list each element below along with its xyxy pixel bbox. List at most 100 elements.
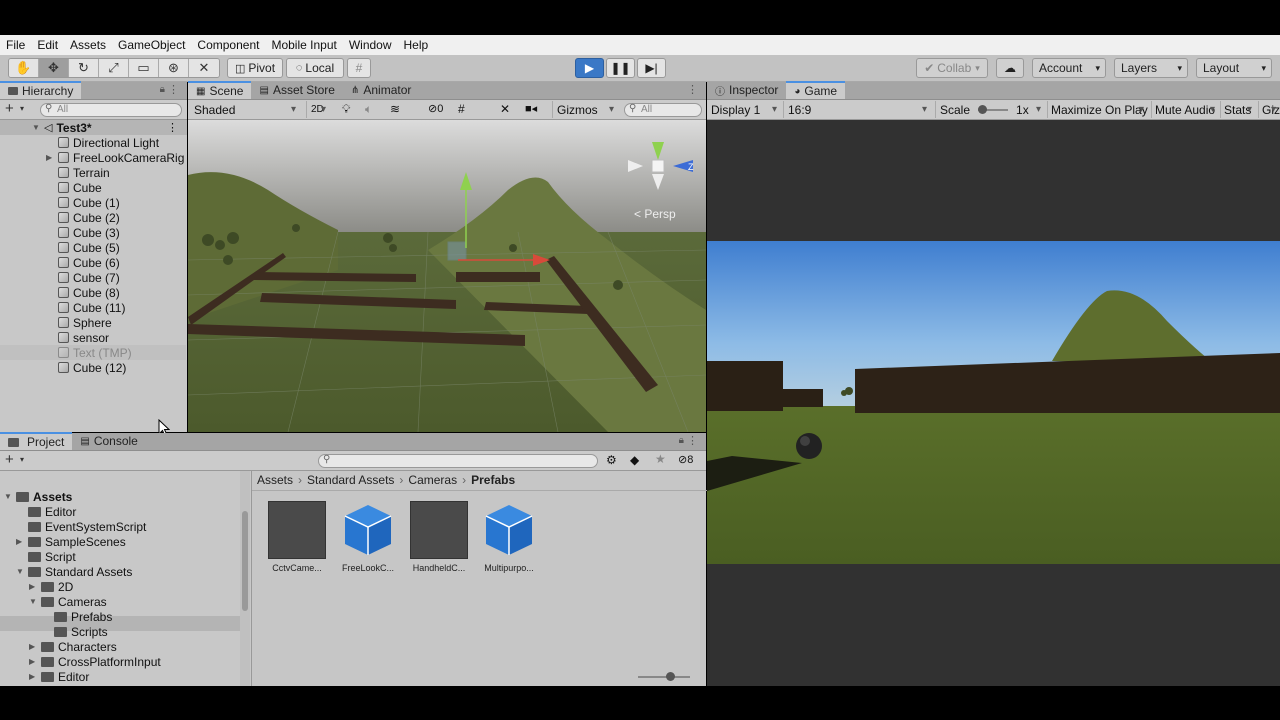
list-item[interactable]: Cube (2): [0, 210, 186, 225]
asset-tile[interactable]: FreeLookC...: [333, 501, 403, 573]
gizmos-dropdown[interactable]: Gizmos: [552, 101, 618, 118]
maximize-on-play-toggle[interactable]: Maximize On Play: [1047, 101, 1148, 118]
asset-tile[interactable]: CctvCame...: [262, 501, 332, 573]
search-by-type-icon[interactable]: ⚙: [606, 453, 617, 467]
tree-item[interactable]: EventSystemScript: [28, 519, 146, 534]
expand-arrow-icon[interactable]: ▶: [29, 672, 41, 681]
pause-button[interactable]: ❚❚: [606, 58, 635, 78]
scale-tool-icon[interactable]: ⤢: [99, 59, 129, 77]
list-item[interactable]: Cube (7): [0, 270, 186, 285]
expand-arrow-icon[interactable]: ▶: [29, 582, 41, 591]
game-viewport[interactable]: [707, 241, 1280, 564]
list-item[interactable]: Cube (12): [0, 360, 186, 375]
layout-dropdown[interactable]: Layout ▾: [1196, 58, 1272, 78]
layers-dropdown[interactable]: Layers ▾: [1114, 58, 1188, 78]
lighting-toggle-icon[interactable]: 💡︎: [342, 102, 350, 117]
expand-arrow-icon[interactable]: ▼: [4, 492, 16, 501]
menu-edit[interactable]: Edit: [37, 38, 58, 52]
tree-item[interactable]: ▶ Editor: [29, 669, 89, 684]
expand-arrow-icon[interactable]: ▶: [29, 657, 41, 666]
hand-tool-icon[interactable]: ✋: [9, 59, 39, 77]
pivot-button[interactable]: ◫ Pivot: [227, 58, 283, 78]
tree-item[interactable]: Editor: [28, 504, 76, 519]
collab-button[interactable]: ✔ Collab ▾: [916, 58, 988, 78]
list-item[interactable]: Directional Light: [0, 135, 186, 150]
add-icon[interactable]: +: [5, 451, 14, 468]
hidden-packages-icon[interactable]: ⊘8: [678, 453, 693, 466]
scene-root-row[interactable]: ▼ ◁ Test3* ⋮: [0, 120, 186, 135]
list-item[interactable]: Cube (1): [0, 195, 186, 210]
cloud-button[interactable]: ☁: [996, 58, 1024, 78]
game-gizmos-toggle[interactable]: Gizm: [1258, 101, 1280, 118]
chevron-down-icon[interactable]: ▾: [20, 104, 24, 113]
transform-tool-icon[interactable]: ⊛: [159, 59, 189, 77]
effects-icon[interactable]: ≋: [390, 102, 400, 116]
stats-toggle[interactable]: Stats: [1220, 101, 1256, 118]
tools-icon[interactable]: ✕: [500, 102, 510, 116]
rotate-tool-icon[interactable]: ↻: [69, 59, 99, 77]
scene-search-input[interactable]: All: [624, 103, 702, 117]
grid-icon[interactable]: #: [458, 102, 465, 116]
slider-handle[interactable]: [666, 672, 675, 681]
list-item[interactable]: Cube (5): [0, 240, 186, 255]
persp-label[interactable]: < Persp: [634, 207, 676, 221]
audio-toggle-icon[interactable]: 🔈︎: [365, 102, 372, 117]
asset-tile[interactable]: HandheldC...: [404, 501, 474, 573]
step-button[interactable]: ▶|: [637, 58, 666, 78]
tab-inspector[interactable]: ⓘ Inspector: [707, 81, 786, 99]
tab-asset-store[interactable]: ▤ Asset Store: [251, 81, 342, 99]
2d-toggle[interactable]: 2D: [306, 101, 330, 118]
tree-item[interactable]: Script: [28, 549, 76, 564]
visibility-icon[interactable]: ⊘0: [428, 102, 443, 115]
list-item-disabled[interactable]: Text (TMP): [0, 345, 186, 360]
project-search-input[interactable]: [318, 454, 598, 468]
tab-project[interactable]: Project: [0, 432, 73, 450]
breadcrumb-item[interactable]: Assets: [257, 473, 293, 487]
local-button[interactable]: ◌ Local: [286, 58, 344, 78]
display-dropdown[interactable]: Display 1: [707, 101, 781, 118]
expand-arrow-icon[interactable]: ▼: [32, 123, 44, 132]
tab-game[interactable]: ◕ Game: [786, 81, 846, 99]
scrollbar-thumb[interactable]: [242, 511, 248, 611]
expand-arrow-icon[interactable]: ▶: [46, 153, 58, 162]
list-item[interactable]: Cube: [0, 180, 186, 195]
list-item[interactable]: sensor: [0, 330, 186, 345]
tree-item[interactable]: ▶ SampleScenes: [16, 534, 126, 549]
list-item[interactable]: ▶ FreeLookCameraRig: [0, 150, 186, 165]
tree-scrollbar[interactable]: [240, 471, 250, 686]
menu-component[interactable]: Component: [197, 38, 259, 52]
shading-mode-dropdown[interactable]: Shaded: [190, 101, 300, 118]
expand-arrow-icon[interactable]: ▶: [16, 537, 28, 546]
list-item[interactable]: Cube (6): [0, 255, 186, 270]
tree-item[interactable]: Scripts: [54, 624, 108, 639]
grid-snap-icon[interactable]: #: [347, 58, 371, 78]
more-options-icon[interactable]: ⋮: [168, 83, 179, 96]
favorites-icon[interactable]: ★: [655, 452, 666, 466]
scale-slider[interactable]: [978, 104, 1009, 114]
menu-help[interactable]: Help: [404, 38, 429, 52]
expand-arrow-icon[interactable]: ▼: [16, 567, 28, 576]
list-item[interactable]: Terrain: [0, 165, 186, 180]
more-options-icon[interactable]: ⋮: [167, 121, 178, 134]
lock-icon[interactable]: 🔒︎: [160, 84, 165, 95]
tab-scene[interactable]: ▦ Scene: [188, 81, 252, 99]
move-tool-icon[interactable]: ✥: [39, 59, 69, 77]
list-item[interactable]: Sphere: [0, 315, 186, 330]
more-options-icon[interactable]: ⋮: [687, 434, 698, 447]
menu-window[interactable]: Window: [349, 38, 392, 52]
rect-tool-icon[interactable]: ▭: [129, 59, 159, 77]
breadcrumb-item[interactable]: Cameras: [408, 473, 457, 487]
scene-viewport[interactable]: Z < Persp: [188, 120, 706, 432]
account-dropdown[interactable]: Account ▾: [1032, 58, 1106, 78]
hierarchy-search-input[interactable]: All: [40, 103, 182, 117]
custom-tool-icon[interactable]: ✕: [189, 59, 219, 77]
breadcrumb-item[interactable]: Standard Assets: [307, 473, 394, 487]
lock-icon[interactable]: 🔒︎: [679, 435, 684, 446]
list-item[interactable]: Cube (11): [0, 300, 186, 315]
list-item[interactable]: Cube (8): [0, 285, 186, 300]
tree-item[interactable]: ▶ CrossPlatformInput: [29, 654, 161, 669]
tree-item[interactable]: ▼ Cameras: [29, 594, 107, 609]
camera-icon[interactable]: ■◂: [525, 102, 537, 115]
menu-file[interactable]: File: [6, 38, 25, 52]
tree-item-assets[interactable]: ▼ Assets: [4, 489, 72, 504]
